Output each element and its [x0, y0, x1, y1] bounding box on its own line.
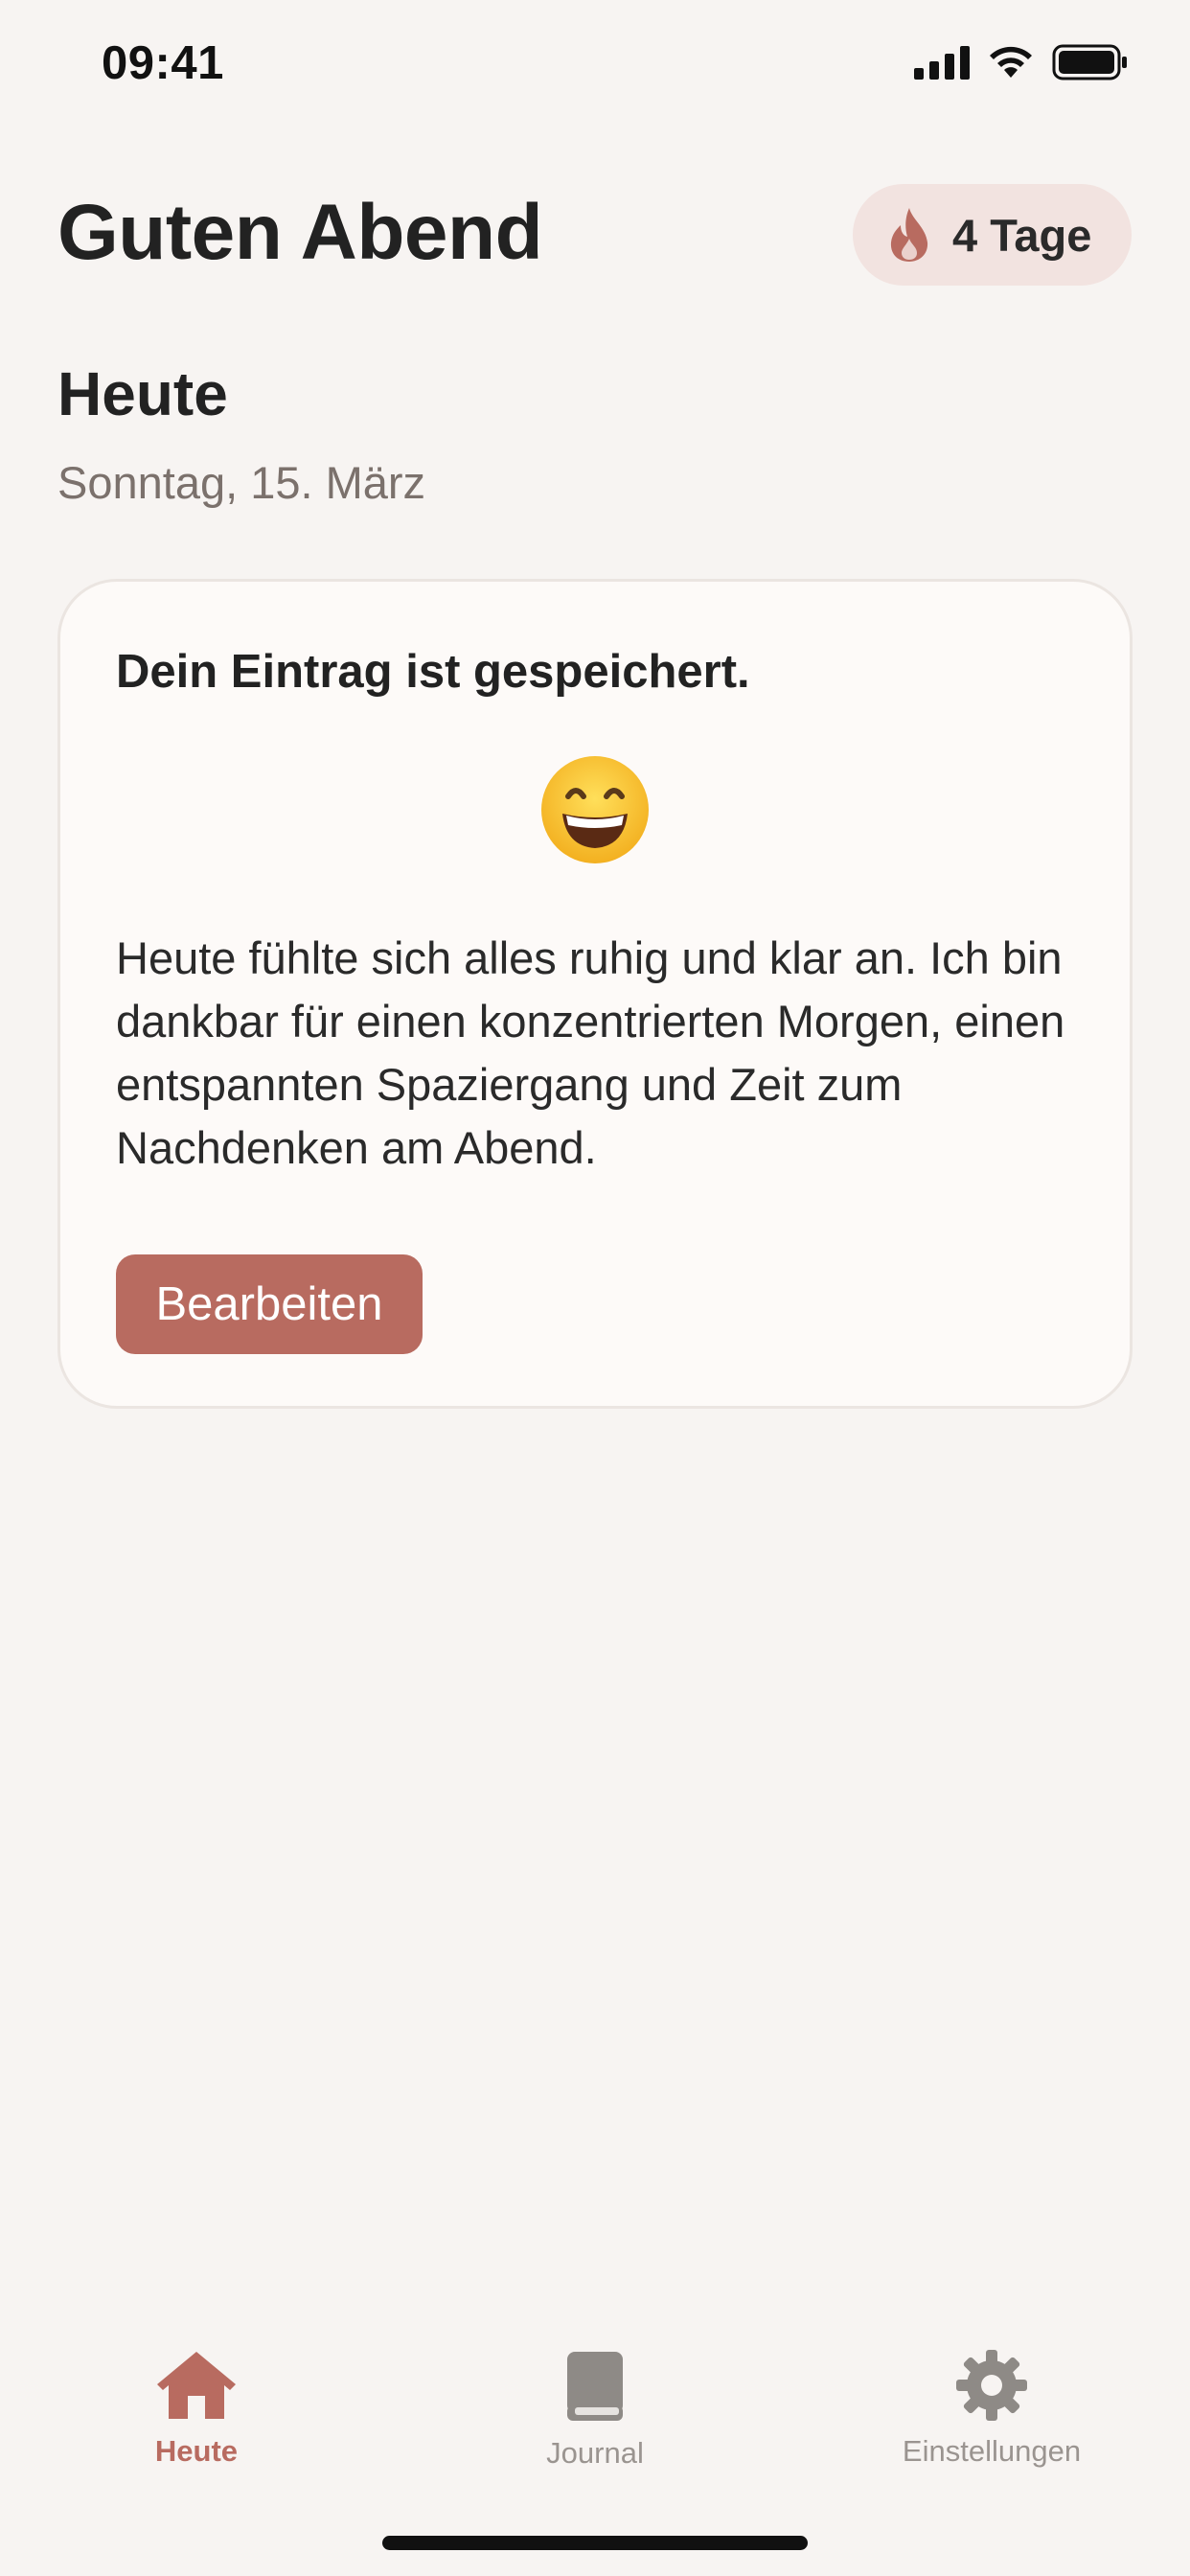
status-icons: [914, 44, 1129, 80]
home-indicator[interactable]: [382, 2536, 808, 2550]
status-time: 09:41: [102, 37, 224, 89]
entry-card: Dein Eintrag ist gespeichert. Heute fühl…: [57, 579, 1133, 1409]
section-date: Sonntag, 15. März: [57, 457, 426, 508]
mood-emoji: [60, 754, 1130, 865]
flame-icon: [890, 208, 928, 262]
edit-button[interactable]: Bearbeiten: [116, 1254, 423, 1354]
cellular-signal-icon: [914, 46, 970, 80]
tab-bar: Heute Journal Einstellungen: [0, 2319, 1190, 2492]
tab-journal[interactable]: Journal: [451, 2350, 739, 2471]
section-title: Heute: [57, 359, 228, 428]
wifi-icon: [990, 46, 1032, 78]
streak-label: 4 Tage: [952, 209, 1092, 261]
streak-badge[interactable]: 4 Tage: [853, 184, 1132, 286]
entry-saved-message: Dein Eintrag ist gespeichert.: [116, 646, 750, 698]
tab-label-journal: Journal: [546, 2436, 644, 2470]
house-icon: [157, 2352, 236, 2419]
grinning-face-icon: [541, 756, 649, 863]
entry-text: Heute fühlte sich alles ruhig und klar a…: [116, 932, 1065, 1173]
tab-label-heute: Heute: [154, 2434, 239, 2468]
tab-label-einstellungen: Einstellungen: [902, 2434, 1082, 2468]
gear-icon: [956, 2350, 1027, 2421]
tab-heute[interactable]: Heute: [53, 2350, 340, 2469]
status-bar: 09:41: [0, 0, 1190, 130]
book-icon: [567, 2352, 623, 2421]
tab-einstellungen[interactable]: Einstellungen: [848, 2350, 1135, 2469]
greeting-title: Guten Abend: [57, 189, 543, 276]
battery-icon: [1052, 44, 1127, 80]
